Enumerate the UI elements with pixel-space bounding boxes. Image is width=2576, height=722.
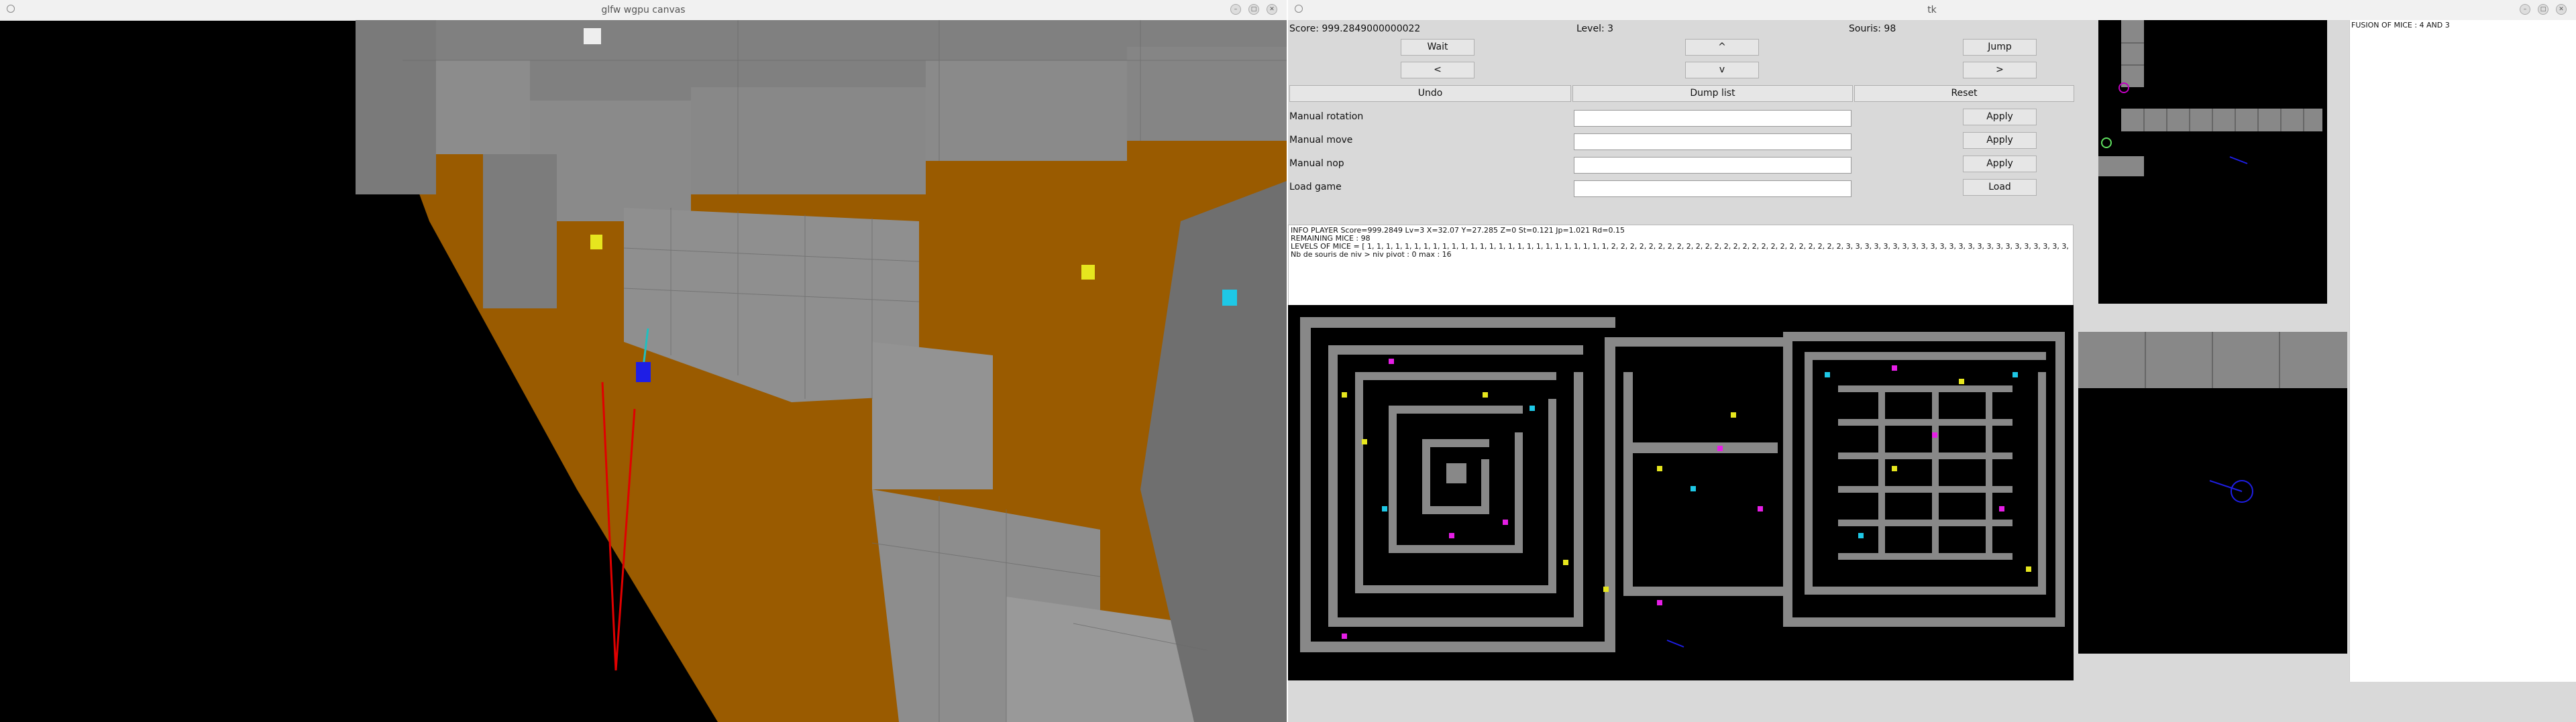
minimap-top	[2098, 20, 2327, 304]
glfw-canvas-window: glfw wgpu canvas – □ ✕	[0, 0, 1287, 722]
right-titlebar: tk – □ ✕	[1288, 0, 2576, 21]
wall-block	[436, 60, 530, 154]
fusion-note: FUSION OF MICE : 4 AND 3	[2351, 21, 2450, 29]
minimap-walls	[2098, 20, 2322, 176]
up-button[interactable]: ^	[1685, 39, 1759, 56]
manual-nop-input[interactable]	[1574, 157, 1851, 174]
right-button[interactable]: >	[1963, 62, 2037, 78]
undo-button[interactable]: Undo	[1289, 85, 1571, 102]
level-label: Level: 3	[1576, 23, 1614, 34]
mouse-marker	[1081, 265, 1095, 280]
close-icon[interactable]: ✕	[2556, 4, 2567, 15]
reset-button[interactable]: Reset	[1854, 85, 2074, 102]
3d-scene-view[interactable]	[0, 20, 1287, 722]
tk-window: tk – □ ✕ Score: 999.2849000000022 Level:…	[1288, 0, 2576, 722]
player-direction	[1666, 640, 1684, 648]
manual-move-input[interactable]	[1574, 133, 1851, 150]
manual-rotation-label: Manual rotation	[1289, 111, 1364, 122]
mouse-marker	[584, 28, 601, 44]
wall-block	[926, 60, 1127, 161]
maze-map[interactable]	[1288, 305, 2074, 680]
maximize-icon[interactable]: □	[1248, 4, 1259, 15]
left-titlebar: glfw wgpu canvas – □ ✕	[0, 0, 1287, 21]
apply-rotation-button[interactable]: Apply	[1963, 109, 2037, 125]
mouse-marker	[2101, 137, 2112, 148]
player-marker	[636, 362, 651, 382]
info-line: INFO PLAYER Score=999.2849 Lv=3 X=32.07 …	[1291, 227, 1625, 235]
wall-block	[1127, 47, 1287, 141]
maze-map-canvas	[1300, 317, 2065, 652]
maximize-icon[interactable]: □	[2538, 4, 2548, 15]
left-window-title: glfw wgpu canvas	[601, 5, 686, 15]
wall-block	[356, 20, 436, 194]
minimize-icon[interactable]: –	[2520, 4, 2530, 15]
minimap-top-canvas	[2098, 20, 2322, 176]
info-line: REMAINING MICE : 98	[1291, 235, 1371, 243]
player-direction	[2229, 156, 2248, 164]
dump-list-button[interactable]: Dump list	[1572, 85, 1853, 102]
wall-front	[872, 342, 993, 489]
maze-walls	[1300, 317, 2065, 652]
score-label: Score: 999.2849000000022	[1289, 23, 1421, 34]
manual-rotation-input[interactable]	[1574, 110, 1851, 127]
left-button[interactable]: <	[1401, 62, 1474, 78]
info-line: LEVELS OF MICE = [ 1, 1, 1, 1, 1, 1, 1, …	[1291, 243, 2071, 251]
wall-block	[483, 154, 557, 308]
mouse-marker	[590, 235, 602, 249]
mouse-marker	[1222, 290, 1237, 306]
down-button[interactable]: v	[1685, 62, 1759, 78]
info-line: Nb de souris de niv > niv pivot : 0 max …	[1291, 251, 1452, 259]
info-text-area[interactable]: INFO PLAYER Score=999.2849 Lv=3 X=32.07 …	[1288, 225, 2074, 315]
wall-block	[691, 87, 926, 194]
minimap-bottom-canvas	[2078, 332, 2347, 503]
close-icon[interactable]: ✕	[1267, 4, 1277, 15]
manual-nop-label: Manual nop	[1289, 158, 1344, 169]
right-window-title: tk	[1927, 5, 1937, 15]
load-game-input[interactable]	[1574, 180, 1851, 197]
load-game-label: Load game	[1289, 182, 1342, 192]
apply-nop-button[interactable]: Apply	[1963, 156, 2037, 172]
apply-move-button[interactable]: Apply	[1963, 132, 2037, 149]
control-panel: Score: 999.2849000000022 Level: 3 Souris…	[1288, 20, 2080, 722]
minimap-bottom	[2078, 332, 2347, 654]
load-button[interactable]: Load	[1963, 179, 2037, 196]
souris-label: Souris: 98	[1849, 23, 1896, 34]
manual-move-label: Manual move	[1289, 135, 1353, 145]
minimize-icon[interactable]: –	[1230, 4, 1241, 15]
mice-markers	[1342, 359, 2031, 639]
jump-button[interactable]: Jump	[1963, 39, 2037, 56]
side-panel: FUSION OF MICE : 4 AND 3	[2349, 20, 2576, 682]
wait-button[interactable]: Wait	[1401, 39, 1474, 56]
